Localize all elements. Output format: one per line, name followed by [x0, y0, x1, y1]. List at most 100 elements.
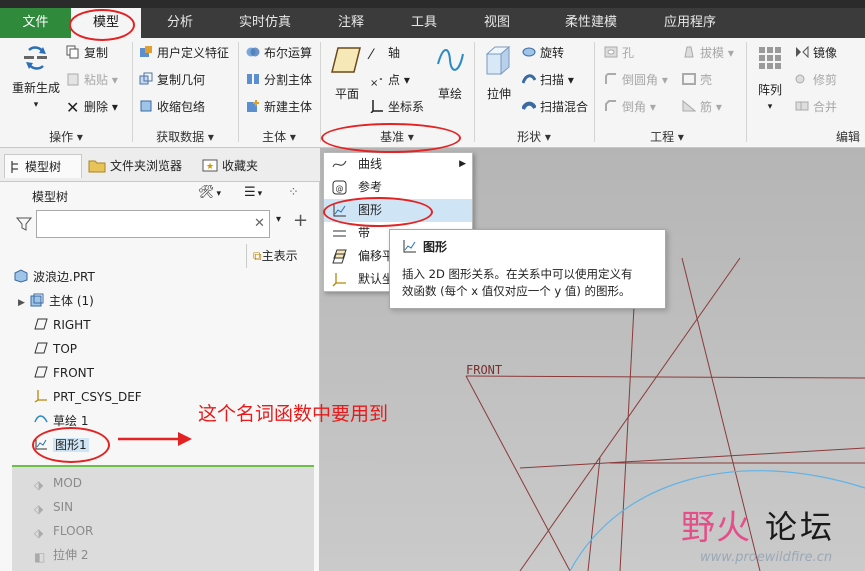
- tree-settings-button[interactable]: 🛠 ▾: [198, 185, 221, 200]
- paste-icon: [67, 73, 79, 86]
- shrinkwrap-icon: [140, 100, 152, 112]
- point-button[interactable]: ×˟ 点 ▾: [370, 70, 410, 90]
- copy-geometry-button[interactable]: 复制几何: [139, 70, 205, 90]
- sweep-button[interactable]: 扫描 ▾: [522, 70, 574, 90]
- tree-item-mod[interactable]: ⬗ MOD: [34, 472, 346, 494]
- boolean-button[interactable]: 布尔运算: [246, 43, 312, 63]
- mirror-button[interactable]: 镜像: [795, 43, 837, 63]
- clear-search-icon[interactable]: ✕: [254, 216, 265, 231]
- tree-item-right[interactable]: RIGHT: [34, 314, 346, 336]
- extrude-icon: [485, 45, 511, 76]
- delete-label: 删除: [84, 100, 109, 114]
- revolve-button[interactable]: 旋转: [522, 43, 564, 63]
- tab-analysis[interactable]: 分析: [141, 8, 219, 38]
- tooltip-line: 效函数 (每个 x 值仅对应一个 y 值) 的图形。: [402, 284, 631, 298]
- draft-button[interactable]: 拔模 ▾: [682, 43, 734, 63]
- plane-button[interactable]: 平面: [327, 44, 367, 102]
- split-body-icon: [247, 74, 259, 84]
- grid-filter-icon: ⁘: [288, 185, 299, 200]
- hole-button[interactable]: 孔: [604, 43, 634, 63]
- pattern-dropdown-arrow[interactable]: ▾: [768, 102, 773, 112]
- sketch-button[interactable]: 草绘: [432, 44, 468, 102]
- tree-item-body[interactable]: ▶ 主体 (1): [18, 290, 330, 312]
- favorites-icon: ★: [202, 159, 218, 172]
- tab-favorites-label: 收藏夹: [222, 159, 259, 173]
- group-operations-label[interactable]: 操作 ▾: [0, 128, 132, 146]
- tree-item-label: MOD: [53, 476, 83, 490]
- sweep-blend-label: 扫描混合: [540, 100, 589, 114]
- tree-item-label: 草绘 1: [53, 414, 89, 428]
- master-rep-button[interactable]: ⧉主表示: [246, 244, 298, 268]
- split-body-button[interactable]: 分割主体: [246, 70, 312, 90]
- tab-flexible-modeling[interactable]: 柔性建模: [537, 8, 645, 38]
- tree-item-front[interactable]: FRONT: [34, 362, 346, 384]
- tree-item-top[interactable]: TOP: [34, 338, 346, 360]
- tooltip-title: 图形: [423, 240, 448, 254]
- expand-arrow-icon[interactable]: ▶: [18, 292, 30, 314]
- delete-button[interactable]: ✕ 删除 ▾: [66, 97, 118, 117]
- trim-label: 修剪: [813, 73, 838, 87]
- shell-button[interactable]: 壳: [682, 70, 712, 90]
- shell-label: 壳: [700, 73, 713, 87]
- merge-button[interactable]: 合并: [795, 97, 837, 117]
- menu-item-curve[interactable]: 曲线 ▶: [324, 153, 472, 176]
- round-button[interactable]: 倒圆角 ▾: [604, 70, 668, 90]
- tree-filter-button[interactable]: ⁘: [288, 185, 299, 200]
- tree-item-sin[interactable]: ⬗ SIN: [34, 496, 346, 518]
- udf-button[interactable]: 用户定义特征: [139, 43, 229, 63]
- add-filter-button[interactable]: +: [293, 210, 308, 231]
- paste-button[interactable]: 粘贴 ▾: [66, 70, 118, 90]
- rib-icon: [682, 99, 696, 112]
- axis-button[interactable]: ⁄ 轴: [370, 43, 400, 63]
- tab-view[interactable]: 视图: [457, 8, 537, 38]
- revolve-icon: [522, 47, 536, 57]
- svg-text:@: @: [336, 184, 344, 193]
- sweep-blend-button[interactable]: 扫描混合: [522, 97, 588, 117]
- regenerate-dropdown-arrow[interactable]: ▾: [34, 100, 39, 110]
- sweep-icon: [522, 74, 536, 84]
- panel-tabs: 模型树 文件夹浏览器 ★ 收藏夹: [0, 148, 320, 182]
- regenerate-icon: [24, 46, 47, 70]
- boolean-icon: [246, 47, 260, 57]
- annotation-arrow-icon: [118, 432, 192, 446]
- annotation-circle-graph-tree-item: [32, 427, 110, 463]
- search-dropdown-arrow[interactable]: ▾: [276, 214, 281, 225]
- tree-item-floor[interactable]: ⬗ FLOOR: [34, 520, 346, 542]
- tree-columns-button[interactable]: ☰ ▾: [244, 185, 262, 200]
- tab-model-tree[interactable]: 模型树: [4, 154, 82, 178]
- tab-folder-browser[interactable]: 文件夹浏览器: [88, 154, 196, 178]
- paste-label: 粘贴: [84, 73, 109, 87]
- watermark-forum: 论坛: [765, 508, 836, 546]
- master-rep-icon: ⧉: [253, 249, 262, 263]
- trim-button[interactable]: 修剪: [795, 70, 837, 90]
- csys-button[interactable]: 坐标系: [370, 97, 424, 117]
- copy-button[interactable]: 复制: [66, 43, 108, 63]
- chamfer-button[interactable]: 倒角 ▾: [604, 97, 656, 117]
- menu-item-reference[interactable]: @ 参考: [324, 176, 472, 199]
- group-shape-label[interactable]: 形状 ▾: [474, 128, 594, 146]
- tab-applications[interactable]: 应用程序: [645, 8, 735, 38]
- tab-annotate[interactable]: 注释: [311, 8, 391, 38]
- group-edit-label[interactable]: 编辑: [746, 128, 865, 146]
- plane-icon: [331, 47, 361, 73]
- pattern-button[interactable]: 阵列 ▾: [752, 44, 788, 112]
- tab-file[interactable]: 文件: [0, 8, 71, 38]
- regenerate-button[interactable]: 重新生成 ▾: [8, 44, 64, 110]
- plane-icon: [34, 318, 48, 330]
- tab-tools[interactable]: 工具: [391, 8, 457, 38]
- tab-live-simulation[interactable]: 实时仿真: [219, 8, 311, 38]
- tree-search-input[interactable]: [36, 210, 270, 238]
- merge-icon: [795, 101, 809, 111]
- extrude-button[interactable]: 拉伸: [479, 44, 519, 102]
- group-body-label[interactable]: 主体 ▾: [238, 128, 320, 146]
- group-engineering-label[interactable]: 工程 ▾: [594, 128, 740, 146]
- new-body-button[interactable]: 新建主体: [246, 97, 312, 117]
- tree-item-part[interactable]: 波浪边.PRT: [14, 266, 326, 288]
- svg-text:★: ★: [206, 162, 214, 172]
- tab-favorites[interactable]: ★ 收藏夹: [200, 154, 280, 178]
- tree-item-extrude-2[interactable]: ◧ 拉伸 2: [34, 544, 346, 566]
- shrinkwrap-button[interactable]: 收缩包络: [139, 97, 205, 117]
- group-get-data-label[interactable]: 获取数据 ▾: [132, 128, 238, 146]
- rib-button[interactable]: 筋 ▾: [682, 97, 722, 117]
- hole-icon: [604, 46, 618, 58]
